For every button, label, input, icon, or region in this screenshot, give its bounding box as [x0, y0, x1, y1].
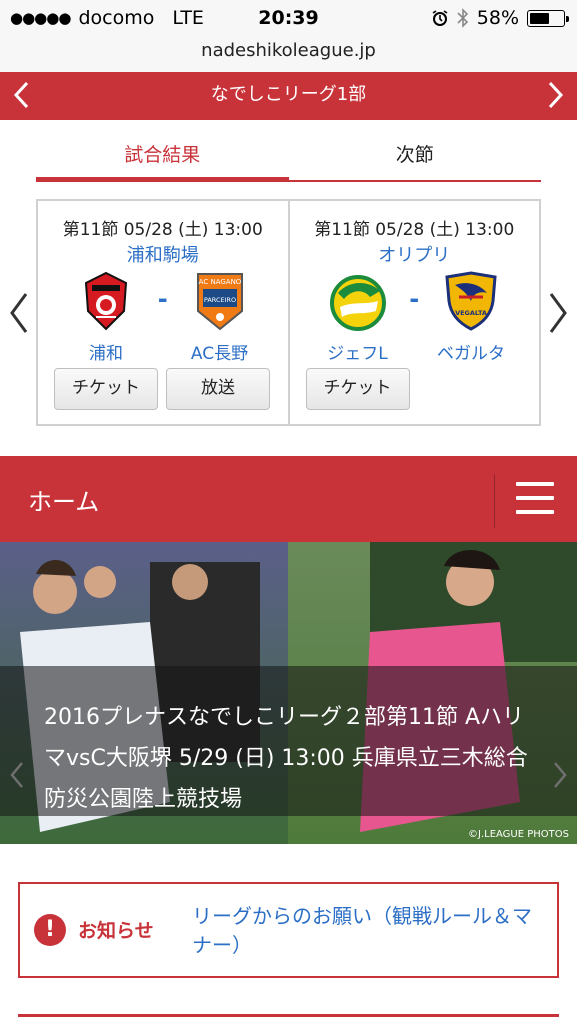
status-bar: ●●●●● docomo LTE 20:39 58%: [0, 0, 577, 38]
match-card: 第11節 05/28 (土) 13:00 浦和駒場 浦和 - AC NAGANO…: [38, 201, 288, 424]
bluetooth-icon: [457, 8, 468, 28]
next-match-arrow-icon[interactable]: [545, 290, 571, 336]
ac-nagano-parceiro-emblem-icon: AC NAGANO PARCEIRO: [196, 273, 243, 331]
home-team-name: 浦和: [89, 344, 123, 364]
match-venue[interactable]: 浦和駒場: [38, 241, 288, 267]
match-card: 第11節 05/28 (土) 13:00 オリプリ ジェフL - VEGALTA…: [287, 201, 540, 424]
vegalta-sendai-emblem-icon: VEGALTA: [445, 271, 497, 331]
hero-slideshow[interactable]: 2016プレナスなでしこリーグ２部第11節 AハリマvsC大阪堺 5/29 (日…: [0, 542, 577, 844]
emblem-text-top: AC NAGANO: [198, 278, 241, 286]
tab-results[interactable]: 試合結果: [36, 134, 289, 180]
ticket-button[interactable]: チケット: [54, 368, 158, 410]
home-header: ホーム: [0, 456, 577, 542]
match-datetime: 第11節 05/28 (土) 13:00: [62, 220, 263, 240]
match-carousel: 第11節 05/28 (土) 13:00 浦和駒場 浦和 - AC NAGANO…: [36, 199, 541, 426]
home-title: ホーム: [28, 488, 100, 516]
url-text: nadeshikoleague.jp: [201, 40, 376, 61]
emblem-text-mid: PARCEIRO: [203, 296, 235, 304]
battery-percent: 58%: [476, 7, 519, 29]
away-team-name: AC長野: [190, 344, 249, 364]
match-datetime: 第11節 05/28 (土) 13:00: [314, 220, 515, 240]
notice-link[interactable]: リーグからのお願い（観戦ルール＆マナー）: [192, 902, 548, 960]
away-team[interactable]: AC NAGANO PARCEIRO AC長野: [166, 271, 274, 364]
league-selector-bar: なでしこリーグ1部: [0, 72, 577, 120]
emblem-text: VEGALTA: [455, 309, 487, 317]
ticket-button[interactable]: チケット: [305, 368, 410, 410]
broadcast-button[interactable]: 放送: [166, 368, 270, 410]
next-league-chevron-icon[interactable]: [543, 80, 567, 110]
photo-credit: ©J.LEAGUE PHOTOS: [468, 829, 569, 840]
away-team[interactable]: VEGALTA ベガルタ: [417, 271, 525, 364]
alert-icon: !: [34, 914, 66, 946]
hamburger-menu-icon[interactable]: [516, 482, 554, 516]
league-title: なでしこリーグ1部: [210, 84, 367, 105]
away-team-name: ベガルタ: [437, 344, 505, 364]
tab-next-round[interactable]: 次節: [289, 134, 542, 180]
next-section-edge: [18, 1014, 559, 1024]
match-venue[interactable]: オリプリ: [290, 241, 540, 267]
notice-label: お知らせ: [78, 920, 154, 942]
home-team-name: ジェフL: [327, 344, 388, 364]
notice-box: ! お知らせ リーグからのお願い（観戦ルール＆マナー）: [18, 882, 559, 978]
match-tabs: 試合結果 次節: [36, 134, 541, 182]
header-divider: [494, 474, 495, 528]
battery-icon: [527, 9, 569, 27]
alarm-icon: [432, 10, 448, 26]
address-bar[interactable]: nadeshikoleague.jp: [0, 38, 577, 72]
previous-match-arrow-icon[interactable]: [6, 290, 32, 336]
hero-caption[interactable]: 2016プレナスなでしこリーグ２部第11節 AハリマvsC大阪堺 5/29 (日…: [44, 697, 544, 820]
